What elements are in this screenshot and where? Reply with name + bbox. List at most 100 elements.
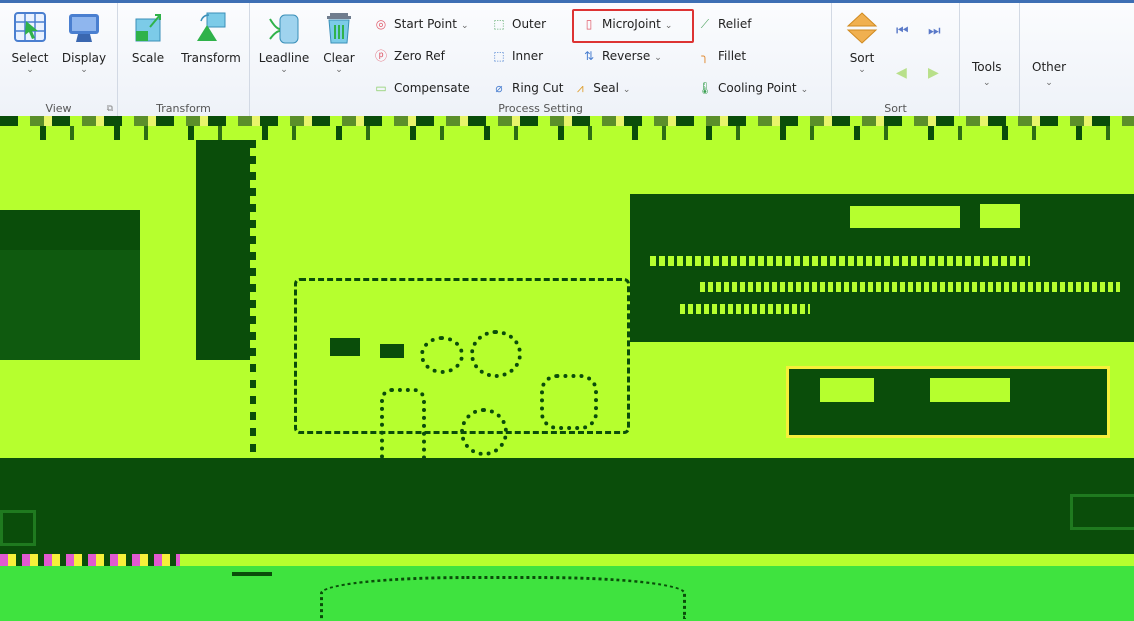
- fillet-button[interactable]: ╮ Fillet: [696, 45, 746, 67]
- transform-group-label: Transform: [156, 102, 211, 115]
- frame-corner: [1070, 494, 1134, 530]
- display-button[interactable]: Display ⌄: [58, 9, 110, 75]
- monitor-icon: [66, 9, 102, 47]
- outer-icon: ⬚: [493, 17, 505, 31]
- view-group-label: View: [45, 102, 72, 115]
- zero-ref-button[interactable]: ⓟ Zero Ref: [372, 45, 445, 67]
- compensate-icon: ▭: [375, 81, 387, 95]
- trash-icon: [321, 9, 357, 47]
- inner-button[interactable]: ⬚ Inner: [490, 45, 543, 67]
- leadline-icon: [266, 9, 302, 47]
- mark: [380, 344, 404, 358]
- display-label: Display: [61, 51, 107, 65]
- chevron-down-icon: ⌄: [26, 65, 34, 75]
- dialog-launcher-icon[interactable]: ⧉: [107, 104, 113, 114]
- ring-cut-button[interactable]: ⌀ Ring Cut ⩘ Seal ⌄: [490, 77, 630, 99]
- highlight-box: [786, 366, 1110, 438]
- chevron-down-icon: ⌄: [983, 78, 991, 88]
- scale-icon: [130, 9, 166, 47]
- relief-button[interactable]: ⟋ Relief: [696, 13, 752, 35]
- drawing-canvas[interactable]: [0, 116, 1134, 621]
- microjoint-icon: ▯: [585, 17, 593, 31]
- relief-icon: ⟋: [700, 17, 710, 31]
- chevron-down-icon: ⌄: [280, 65, 288, 75]
- other-button[interactable]: Other ⌄: [1032, 59, 1066, 91]
- scale-button[interactable]: Scale: [122, 9, 174, 65]
- start-point-button[interactable]: ◎ Start Point ⌄: [372, 13, 469, 35]
- leadline-button[interactable]: Leadline ⌄: [256, 9, 312, 75]
- glitch-text: [680, 304, 810, 314]
- seal-label[interactable]: Seal: [593, 81, 619, 95]
- glitch-strip: [0, 126, 1134, 140]
- chevron-down-icon: ⌄: [622, 85, 631, 95]
- glitch-strip: [0, 116, 1134, 126]
- chevron-down-icon: ⌄: [654, 53, 662, 63]
- dark-column: [196, 140, 250, 360]
- cooling-point-button[interactable]: 🌡 Cooling Point ⌄: [696, 77, 808, 99]
- inner-icon: ⬚: [493, 49, 505, 63]
- last-icon[interactable]: ⏭: [928, 23, 941, 39]
- first-icon[interactable]: ⏮: [896, 23, 909, 39]
- seal-icon: ⩘: [576, 81, 584, 95]
- select-button[interactable]: Select ⌄: [4, 9, 56, 75]
- chevron-down-icon: ⌄: [460, 21, 469, 31]
- mark: [330, 338, 360, 356]
- process-setting-group: Leadline ⌄ Clear ⌄ ◎ Start Point ⌄ ⓟ Zero R…: [250, 3, 832, 116]
- transform-icon: [193, 9, 229, 47]
- chevron-down-icon: ⌄: [80, 65, 88, 75]
- chevron-down-icon: ⌄: [1045, 78, 1053, 88]
- select-grid-icon: [12, 9, 48, 47]
- scale-label: Scale: [131, 51, 165, 65]
- previous-icon[interactable]: ◀: [896, 65, 907, 81]
- fillet-icon: ╮: [701, 49, 709, 63]
- sort-arrows-icon: [844, 9, 880, 47]
- start-point-icon: ◎: [375, 17, 387, 31]
- ribbon-toolbar: Select ⌄ Display ⌄ View ⧉ Scale Transfor…: [0, 0, 1134, 116]
- glitch-strip: [0, 554, 180, 566]
- transform-button[interactable]: Transform: [178, 9, 244, 65]
- dotted-line: [250, 140, 256, 460]
- chevron-down-icon: ⌄: [800, 85, 809, 95]
- view-group: Select ⌄ Display ⌄ View ⧉: [0, 3, 118, 116]
- ring-cut-icon: ⌀: [495, 81, 503, 95]
- clear-button[interactable]: Clear ⌄: [314, 9, 364, 75]
- mark: [232, 572, 272, 576]
- dark-panel: [0, 250, 140, 360]
- next-icon[interactable]: ▶: [928, 65, 939, 81]
- dark-band: [0, 458, 1134, 554]
- glitch-text: [930, 378, 1010, 402]
- sort-button[interactable]: Sort ⌄: [836, 9, 888, 75]
- outer-button[interactable]: ⬚ Outer: [490, 13, 546, 35]
- hole: [540, 374, 598, 430]
- clear-label: Clear: [323, 51, 355, 65]
- compensate-button[interactable]: ▭ Compensate: [372, 77, 469, 99]
- microjoint-button[interactable]: ▯ MicroJoint ⌄: [580, 13, 673, 35]
- chevron-down-icon: ⌄: [858, 65, 866, 75]
- sort-label: Sort: [849, 51, 875, 65]
- hole: [460, 408, 508, 456]
- chevron-down-icon: ⌄: [335, 65, 343, 75]
- sort-group: Sort ⌄ ⏮ ⏭ ◀ ▶ Sort: [832, 3, 960, 116]
- glitch-text: [850, 206, 960, 228]
- sort-group-label: Sort: [884, 102, 907, 115]
- transform-group: Scale Transform Transform: [118, 3, 250, 116]
- thermometer-icon: 🌡: [697, 81, 713, 95]
- zero-ref-icon: ⓟ: [374, 49, 387, 63]
- chevron-down-icon: ⌄: [664, 21, 673, 31]
- transform-label: Transform: [181, 51, 241, 65]
- dark-panel: [0, 210, 140, 250]
- frame-corner: [0, 510, 36, 546]
- hole: [420, 336, 464, 374]
- glitch-text: [820, 378, 874, 402]
- tools-button[interactable]: Tools ⌄: [972, 59, 1002, 91]
- glitch-text: [700, 282, 1120, 292]
- reverse-icon: ⇅: [583, 49, 595, 63]
- hole: [470, 330, 522, 378]
- other-group: Other ⌄: [1020, 3, 1084, 116]
- glitch-text: [650, 256, 1030, 266]
- arc-outline: [320, 576, 686, 619]
- tools-group: Tools ⌄: [960, 3, 1020, 116]
- leadline-label: Leadline: [258, 51, 310, 65]
- reverse-button[interactable]: ⇅ Reverse ⌄: [580, 45, 662, 67]
- process-setting-group-label: Process Setting: [498, 102, 583, 115]
